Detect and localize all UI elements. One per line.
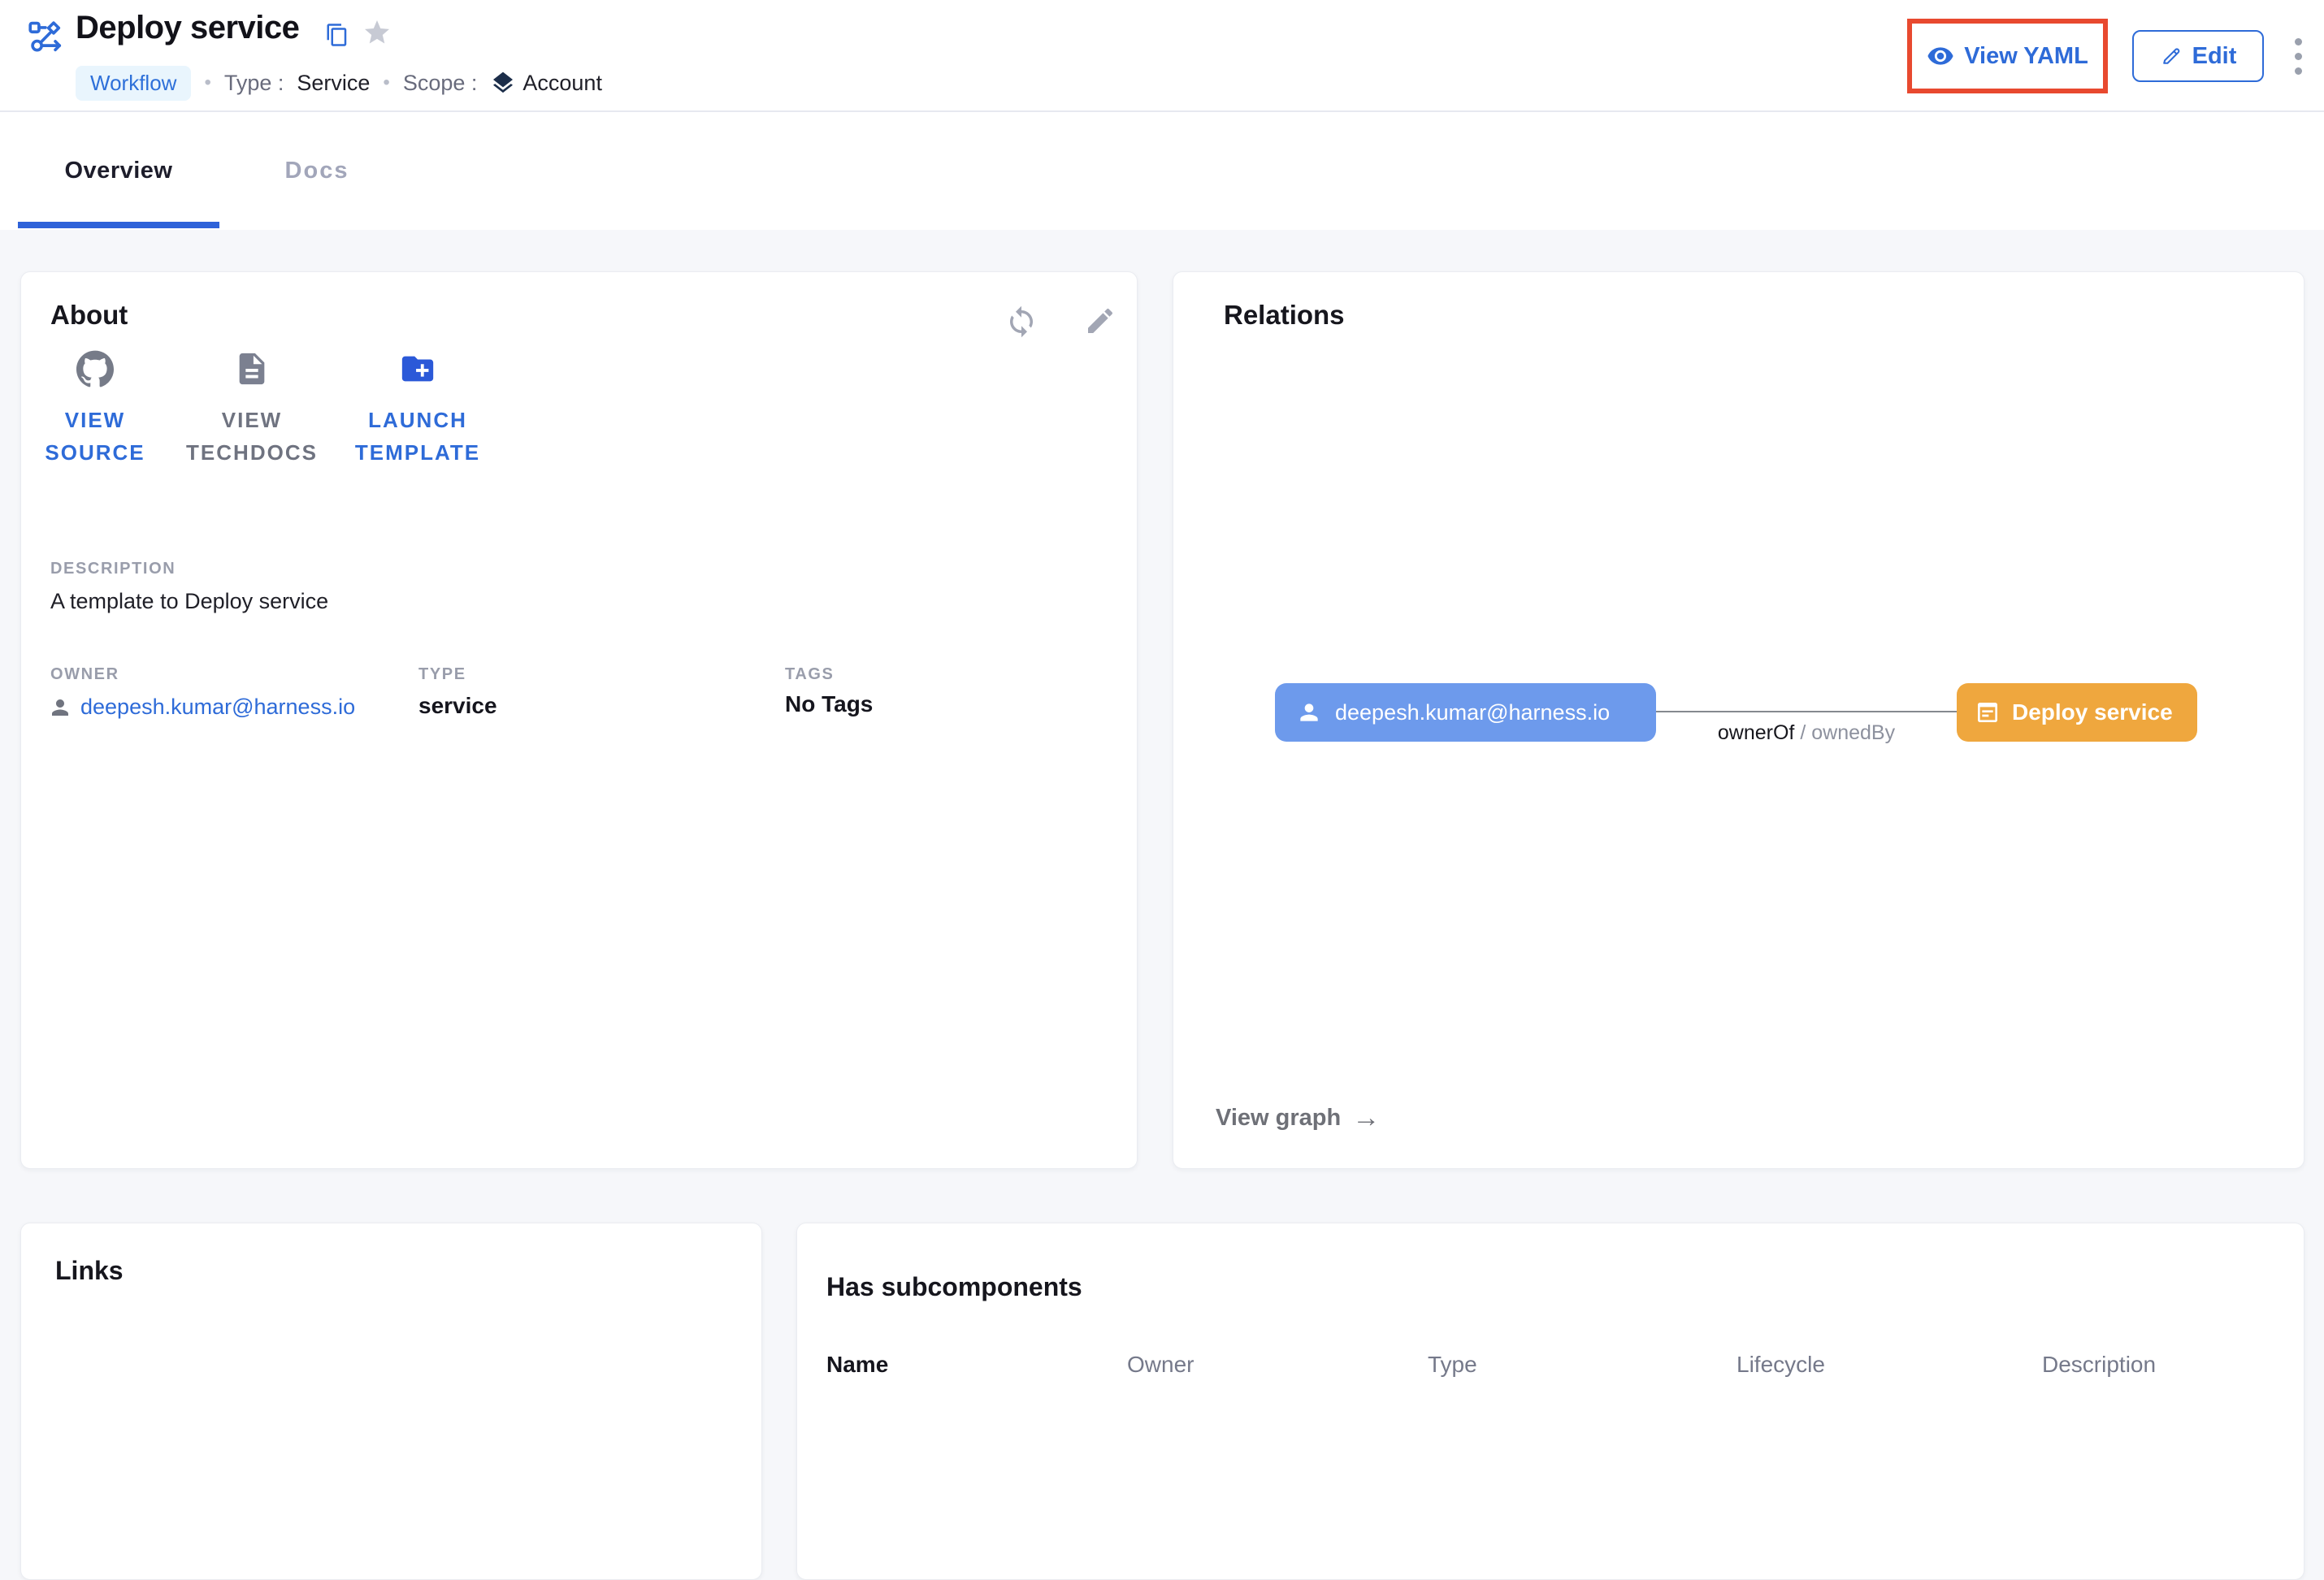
- tags-value: No Tags: [785, 691, 873, 717]
- workflow-badge: Workflow: [76, 66, 191, 101]
- content-area: About VIEWSOURCE VIEWTECHDOCS: [0, 230, 2324, 1370]
- edit-label: Edit: [2192, 43, 2237, 70]
- copy-icon[interactable]: [325, 23, 349, 47]
- owner-link[interactable]: deepesh.kumar@harness.io: [80, 695, 355, 720]
- view-techdocs-action[interactable]: VIEWTECHDOCS: [166, 350, 338, 469]
- view-source-action[interactable]: VIEWSOURCE: [34, 350, 156, 469]
- view-graph-label: View graph: [1216, 1105, 1341, 1132]
- view-yaml-button[interactable]: View YAML: [1927, 42, 2088, 70]
- eye-icon: [1927, 42, 1954, 70]
- subcomponents-card: Has subcomponents Name Owner Type Lifecy…: [796, 1223, 2304, 1580]
- tags-label: TAGS: [785, 665, 834, 684]
- view-graph-link[interactable]: View graph →: [1216, 1102, 1380, 1134]
- launch-template-label: LAUNCHTEMPLATE: [355, 404, 480, 469]
- entity-meta-row: Workflow • Type : Service • Scope : Acco…: [76, 65, 602, 101]
- relations-title: Relations: [1224, 300, 1345, 331]
- type-value: Service: [297, 71, 370, 96]
- relation-edge-line: [1656, 711, 1957, 712]
- launch-template-folder-icon: [399, 350, 436, 387]
- favorite-star-icon[interactable]: [362, 18, 392, 47]
- more-options-button[interactable]: [2288, 33, 2308, 79]
- tab-docs[interactable]: Docs: [244, 112, 390, 230]
- about-edit-pencil-icon[interactable]: [1084, 305, 1116, 337]
- active-tab-indicator: [18, 222, 219, 228]
- node-entity-label: Deploy service: [2012, 699, 2173, 725]
- column-header-name[interactable]: Name: [826, 1352, 888, 1378]
- edit-pencil-icon: [2160, 45, 2183, 67]
- node-person-icon: [1296, 699, 1322, 725]
- page-header: Deploy service Workflow • Type : Service…: [0, 0, 2324, 112]
- node-entity-icon: [1975, 699, 2001, 725]
- relation-edge-label: ownerOf / ownedBy: [1656, 721, 1957, 745]
- owner-label: OWNER: [50, 665, 119, 684]
- subcomponents-title: Has subcomponents: [826, 1272, 1082, 1302]
- node-owner-label: deepesh.kumar@harness.io: [1335, 700, 1610, 725]
- tab-overview[interactable]: Overview: [18, 112, 219, 230]
- about-card: About VIEWSOURCE VIEWTECHDOCS: [20, 271, 1138, 1169]
- type-field-value: service: [418, 693, 497, 719]
- view-source-label: VIEWSOURCE: [45, 404, 145, 469]
- view-yaml-highlight-box: View YAML: [1907, 19, 2108, 93]
- about-title: About: [50, 300, 128, 331]
- scope-label: Scope :: [403, 71, 478, 96]
- layers-icon: [490, 70, 516, 96]
- description-label: DESCRIPTION: [50, 560, 176, 578]
- owner-person-icon: [48, 695, 72, 720]
- tab-bar: Overview Docs: [0, 112, 2324, 230]
- links-card: Links: [20, 1223, 762, 1580]
- github-icon: [76, 350, 114, 387]
- relation-node-entity[interactable]: Deploy service: [1957, 683, 2197, 742]
- owner-row: deepesh.kumar@harness.io: [48, 695, 355, 720]
- launch-template-action[interactable]: LAUNCHTEMPLATE: [332, 350, 504, 469]
- scope-value: Account: [522, 71, 602, 96]
- relation-node-owner[interactable]: deepesh.kumar@harness.io: [1275, 683, 1656, 742]
- view-graph-arrow: →: [1352, 1102, 1380, 1134]
- bullet-separator: •: [383, 71, 389, 94]
- type-label: Type :: [224, 71, 284, 96]
- edit-button[interactable]: Edit: [2132, 30, 2264, 82]
- links-title: Links: [55, 1256, 124, 1286]
- type-field-label: TYPE: [418, 665, 466, 684]
- tab-docs-label: Docs: [244, 158, 390, 184]
- column-header-owner[interactable]: Owner: [1127, 1352, 1194, 1378]
- bullet-separator: •: [204, 71, 210, 94]
- description-text: A template to Deploy service: [50, 589, 328, 614]
- workflow-icon: [27, 18, 64, 55]
- tab-overview-label: Overview: [18, 158, 219, 184]
- page-title: Deploy service: [76, 10, 299, 46]
- refresh-icon[interactable]: [1004, 305, 1038, 339]
- column-header-lifecycle[interactable]: Lifecycle: [1736, 1352, 1825, 1378]
- techdocs-file-icon: [233, 350, 271, 387]
- relations-card: Relations ownerOf / ownedBy deepesh.kuma…: [1173, 271, 2304, 1169]
- column-header-description[interactable]: Description: [2042, 1352, 2156, 1378]
- view-yaml-label: View YAML: [1964, 43, 2088, 70]
- view-techdocs-label: VIEWTECHDOCS: [186, 404, 318, 469]
- header-actions: View YAML Edit: [1907, 0, 2308, 112]
- scope-value-wrap: Account: [490, 70, 602, 96]
- column-header-type[interactable]: Type: [1428, 1352, 1477, 1378]
